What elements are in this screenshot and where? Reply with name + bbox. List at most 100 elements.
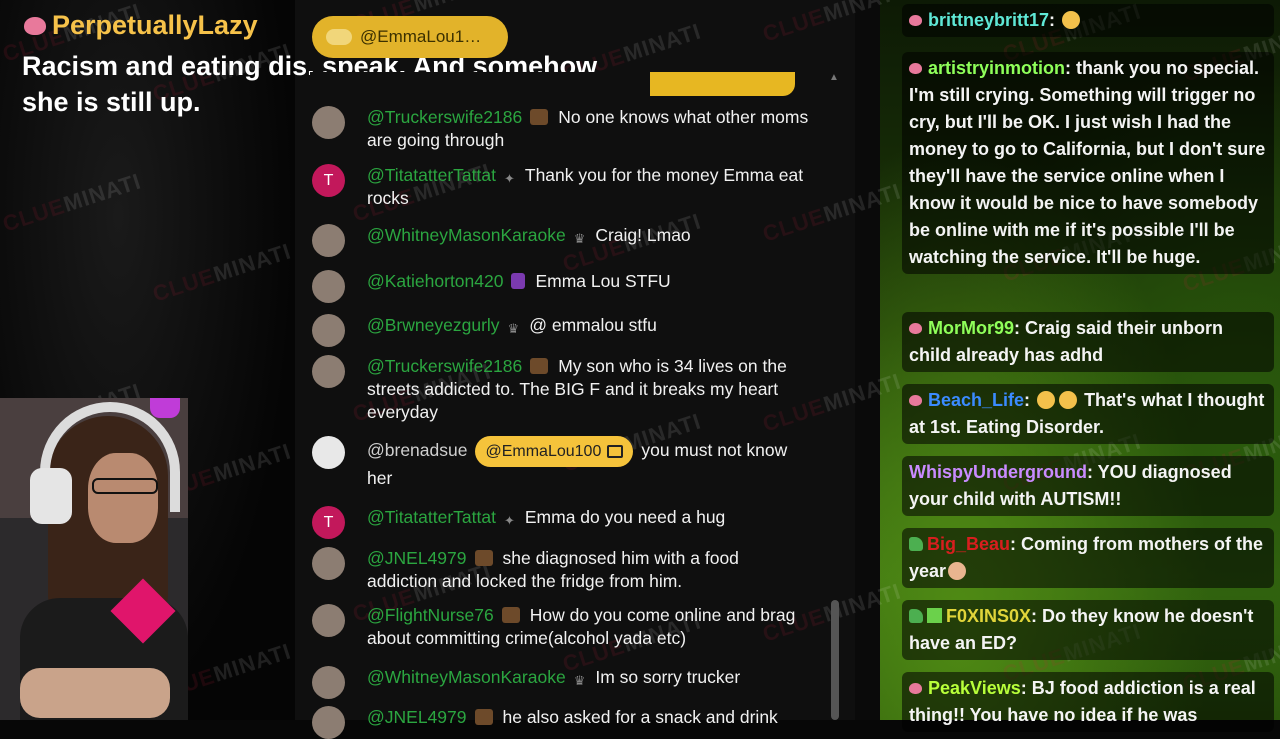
chat-username[interactable]: brittneybritt17 bbox=[928, 10, 1049, 30]
message-text: Craig! Lmao bbox=[595, 225, 691, 245]
chat-username[interactable]: WhispyUnderground bbox=[909, 462, 1087, 482]
message-body: @WhitneyMasonKaraoke ♛ Craig! Lmao bbox=[367, 224, 812, 247]
right-chat-message: artistryinmotion: thank you no special. … bbox=[902, 52, 1274, 274]
username-separator: : bbox=[1065, 58, 1077, 78]
username-separator: : bbox=[1024, 390, 1036, 410]
message-text: @ emmalou stfu bbox=[529, 315, 657, 335]
message-author[interactable]: @WhitneyMasonKaraoke bbox=[367, 225, 566, 245]
right-chat-message: Beach_Life: That's what I thought at 1st… bbox=[902, 384, 1274, 444]
message-body: @Katiehorton420 Emma Lou STFU bbox=[367, 270, 812, 293]
message-author[interactable]: @JNEL4979 bbox=[367, 707, 467, 727]
message-body: @FlightNurse76 How do you come online and… bbox=[367, 604, 812, 650]
brain-badge-icon bbox=[909, 63, 922, 74]
mention-text: @EmmaLou100 bbox=[485, 443, 602, 460]
gift-badge-icon bbox=[927, 608, 942, 623]
mid-chat-message: @Brwneyezgurly ♛ @ emmalou stfu bbox=[312, 314, 812, 347]
right-chat-message: WhispyUnderground: YOU diagnosed your ch… bbox=[902, 456, 1274, 516]
user-avatar[interactable] bbox=[312, 224, 345, 257]
user-avatar[interactable] bbox=[312, 314, 345, 347]
message-author[interactable]: @Katiehorton420 bbox=[367, 271, 503, 291]
user-avatar[interactable]: T bbox=[312, 164, 345, 197]
mid-chat-message: @WhitneyMasonKaraoke ♛ Im so sorry trucker bbox=[312, 666, 812, 699]
person-emoji-icon bbox=[948, 562, 967, 580]
message-text: he also asked for a snack and drink bbox=[502, 707, 778, 727]
chat-text: thank you no special. I'm still crying. … bbox=[909, 58, 1266, 267]
username-separator: : bbox=[1014, 318, 1026, 338]
member-badge-icon bbox=[511, 273, 526, 289]
mention-pill[interactable]: @EmmaLou100 bbox=[475, 436, 634, 467]
chat-username[interactable]: PeakViews bbox=[928, 678, 1021, 698]
member-badge-icon: ♛ bbox=[507, 321, 520, 336]
pinned-mention-pill[interactable]: @EmmaLou1… bbox=[312, 16, 508, 58]
member-badge-icon bbox=[530, 109, 549, 125]
headset-earcup bbox=[30, 468, 72, 524]
headset-avatar-icon[interactable] bbox=[312, 436, 345, 469]
brain-badge-icon bbox=[909, 15, 922, 26]
member-badge-icon bbox=[530, 358, 549, 374]
webcam-hands bbox=[20, 668, 170, 718]
chat-username[interactable]: Beach_Life bbox=[928, 390, 1024, 410]
right-chat-message: MorMor99: Craig said their unborn child … bbox=[902, 312, 1274, 372]
user-avatar[interactable] bbox=[312, 706, 345, 739]
mid-chat-message: @Truckerswife2186 My son who is 34 lives … bbox=[312, 355, 812, 424]
username-separator: : bbox=[1031, 606, 1043, 626]
chat-username[interactable]: F0XINS0X bbox=[946, 606, 1031, 626]
chat-username[interactable]: artistryinmotion bbox=[928, 58, 1065, 78]
brain-icon bbox=[24, 16, 46, 35]
laughing-emoji-icon bbox=[1037, 391, 1056, 409]
member-badge-icon: ♛ bbox=[573, 673, 586, 688]
username-separator: : bbox=[1087, 462, 1098, 482]
message-author[interactable]: @Truckerswife2186 bbox=[367, 356, 522, 376]
user-avatar[interactable] bbox=[312, 355, 345, 388]
flushed-emoji-icon bbox=[1062, 11, 1081, 29]
pinned-avatar bbox=[326, 29, 352, 45]
message-body: @Truckerswife2186 My son who is 34 lives … bbox=[367, 355, 812, 424]
message-author[interactable]: @TitatatterTattat bbox=[367, 507, 496, 527]
chat-username[interactable]: MorMor99 bbox=[928, 318, 1014, 338]
message-body: @JNEL4979 he also asked for a snack and d… bbox=[367, 706, 812, 729]
message-body: @JNEL4979 she diagnosed him with a food a… bbox=[367, 547, 812, 593]
alert-header: PerpetuallyLazy bbox=[24, 10, 258, 41]
message-author[interactable]: @WhitneyMasonKaraoke bbox=[367, 667, 566, 687]
username-separator: : bbox=[1020, 678, 1032, 698]
chat-bubble-icon bbox=[607, 445, 624, 458]
webcam-light bbox=[150, 398, 180, 418]
user-avatar[interactable]: T bbox=[312, 506, 345, 539]
brain-badge-icon bbox=[909, 683, 922, 694]
mid-chat-message: @brenadsue @EmmaLou100 you must not know h… bbox=[312, 436, 812, 490]
message-author[interactable]: @brenadsue bbox=[367, 440, 467, 460]
username-separator: : bbox=[1049, 10, 1061, 30]
message-text: Emma do you need a hug bbox=[524, 507, 726, 527]
right-chat-message: Big_Beau: Coming from mothers of the yea… bbox=[902, 528, 1274, 588]
message-body: @WhitneyMasonKaraoke ♛ Im so sorry trucker bbox=[367, 666, 812, 689]
message-author[interactable]: @JNEL4979 bbox=[367, 548, 467, 568]
mid-chat-message: @Truckerswife2186 No one knows what other… bbox=[312, 106, 812, 152]
right-chat-message: F0XINS0X: Do they know he doesn't have a… bbox=[902, 600, 1274, 660]
glasses-icon bbox=[92, 478, 158, 494]
mid-chat-message: @Katiehorton420 Emma Lou STFU bbox=[312, 270, 812, 303]
alert-username: PerpetuallyLazy bbox=[52, 10, 258, 40]
mid-chat-message: T @TitatatterTattat ✦ Thank you for the mon… bbox=[312, 164, 812, 210]
webcam-feed bbox=[0, 398, 188, 720]
message-author[interactable]: @Brwneyezgurly bbox=[367, 315, 500, 335]
chat-scrollbar[interactable] bbox=[831, 600, 839, 720]
member-badge-icon: ♛ bbox=[573, 231, 586, 246]
message-author[interactable]: @Truckerswife2186 bbox=[367, 107, 522, 127]
message-author[interactable]: @FlightNurse76 bbox=[367, 605, 494, 625]
user-avatar[interactable] bbox=[312, 106, 345, 139]
member-badge-icon: ✦ bbox=[503, 513, 515, 528]
right-chat-message: brittneybritt17: bbox=[902, 4, 1274, 37]
message-body: @brenadsue @EmmaLou100 you must not know h… bbox=[367, 436, 812, 490]
user-avatar[interactable] bbox=[312, 270, 345, 303]
user-avatar[interactable] bbox=[312, 547, 345, 580]
message-body: @Brwneyezgurly ♛ @ emmalou stfu bbox=[367, 314, 812, 337]
dino-badge-icon bbox=[909, 537, 923, 551]
user-avatar[interactable] bbox=[312, 666, 345, 699]
message-author[interactable]: @TitatatterTattat bbox=[367, 165, 496, 185]
user-avatar[interactable] bbox=[312, 604, 345, 637]
message-text: Im so sorry trucker bbox=[595, 667, 741, 687]
member-badge-icon bbox=[474, 709, 493, 725]
pinned-username: @EmmaLou1… bbox=[360, 27, 482, 46]
chat-username[interactable]: Big_Beau bbox=[927, 534, 1010, 554]
scroll-up-arrow-icon[interactable]: ▲ bbox=[829, 72, 839, 83]
